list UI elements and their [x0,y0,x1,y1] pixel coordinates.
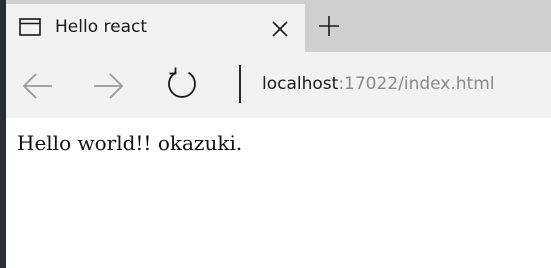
arrow-left-icon[interactable] [20,68,56,104]
address-bar[interactable]: localhost:17022/index.html [262,74,494,94]
address-path: :17022/index.html [338,74,495,94]
page-body-text: Hello world!! okazuki. [17,131,243,155]
navigation-toolbar: localhost:17022/index.html [6,52,551,118]
plus-icon[interactable] [315,12,343,40]
page-content: Hello world!! okazuki. [6,118,551,268]
tab-title: Hello react [55,17,147,37]
tab-strip: Hello react [6,0,551,52]
arrow-right-icon[interactable] [90,68,126,104]
address-host: localhost [262,74,339,94]
tab-active[interactable]: Hello react [6,4,305,52]
toolbar-divider [239,65,241,103]
window-icon [19,18,41,36]
close-icon[interactable] [268,17,292,41]
browser-window: Hello react localhost:17022/index.html H… [6,0,551,268]
refresh-icon[interactable] [164,66,200,102]
